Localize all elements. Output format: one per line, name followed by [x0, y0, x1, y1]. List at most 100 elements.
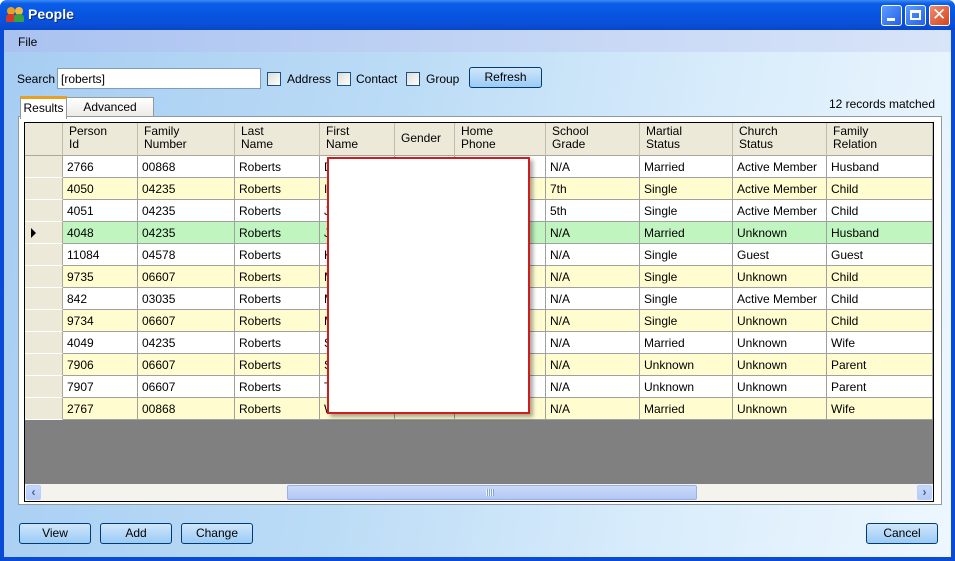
cell-church-status[interactable]: Unknown — [733, 332, 827, 354]
cell-school-grade[interactable]: 5th — [546, 200, 640, 222]
cell-person-id[interactable]: 4051 — [63, 200, 138, 222]
cell-family-relation[interactable]: Husband — [827, 156, 933, 178]
cell-last-name[interactable]: Roberts — [235, 288, 320, 310]
cell-family-number[interactable]: 00868 — [138, 156, 235, 178]
row-header[interactable] — [25, 178, 63, 200]
horizontal-scrollbar[interactable]: ‹ › — [25, 484, 933, 501]
cell-marital-status[interactable]: Single — [640, 266, 733, 288]
cell-marital-status[interactable]: Single — [640, 310, 733, 332]
contact-checkbox-label[interactable]: Contact — [356, 72, 397, 86]
column-header-family-relation[interactable]: Family Relation — [827, 123, 933, 156]
cell-church-status[interactable]: Unknown — [733, 222, 827, 244]
cell-school-grade[interactable]: N/A — [546, 376, 640, 398]
cell-family-relation[interactable]: Guest — [827, 244, 933, 266]
cell-family-number[interactable]: 04235 — [138, 200, 235, 222]
cell-family-number[interactable]: 04235 — [138, 222, 235, 244]
cell-person-id[interactable]: 4050 — [63, 178, 138, 200]
cell-last-name[interactable]: Roberts — [235, 266, 320, 288]
cell-marital-status[interactable]: Single — [640, 178, 733, 200]
column-header-church-status[interactable]: Church Status — [733, 123, 827, 156]
cell-church-status[interactable]: Unknown — [733, 376, 827, 398]
tab-advanced-filters[interactable]: Advanced Filters — [66, 97, 154, 132]
cell-family-relation[interactable]: Child — [827, 200, 933, 222]
cell-last-name[interactable]: Roberts — [235, 222, 320, 244]
cell-family-relation[interactable]: Parent — [827, 354, 933, 376]
scroll-thumb[interactable] — [287, 485, 697, 500]
row-header[interactable] — [25, 332, 63, 354]
row-header[interactable] — [25, 354, 63, 376]
cell-person-id[interactable]: 2767 — [63, 398, 138, 420]
close-button[interactable]: ✕ — [929, 5, 950, 26]
cell-family-relation[interactable]: Child — [827, 288, 933, 310]
cell-church-status[interactable]: Unknown — [733, 354, 827, 376]
tab-results[interactable]: Results — [20, 96, 67, 119]
cell-church-status[interactable]: Active Member — [733, 288, 827, 310]
row-header-current[interactable] — [25, 222, 63, 244]
cell-family-number[interactable]: 04235 — [138, 332, 235, 354]
column-header-school-grade[interactable]: School Grade — [546, 123, 640, 156]
cell-school-grade[interactable]: N/A — [546, 156, 640, 178]
cell-person-id[interactable]: 7907 — [63, 376, 138, 398]
cell-church-status[interactable]: Active Member — [733, 178, 827, 200]
row-header[interactable] — [25, 156, 63, 178]
address-checkbox[interactable] — [267, 72, 281, 86]
cell-last-name[interactable]: Roberts — [235, 200, 320, 222]
cell-family-number[interactable]: 00868 — [138, 398, 235, 420]
column-header-family-number[interactable]: Family Number — [138, 123, 235, 156]
cell-last-name[interactable]: Roberts — [235, 244, 320, 266]
cell-school-grade[interactable]: N/A — [546, 398, 640, 420]
cell-family-relation[interactable]: Child — [827, 266, 933, 288]
cell-church-status[interactable]: Active Member — [733, 200, 827, 222]
column-header-person-id[interactable]: Person Id — [63, 123, 138, 156]
refresh-button[interactable]: Refresh — [469, 67, 542, 88]
cell-family-relation[interactable]: Husband — [827, 222, 933, 244]
cell-person-id[interactable]: 11084 — [63, 244, 138, 266]
title-bar[interactable]: People ✕ — [0, 0, 955, 30]
cell-family-number[interactable]: 06607 — [138, 376, 235, 398]
cell-church-status[interactable]: Active Member — [733, 156, 827, 178]
maximize-button[interactable] — [905, 5, 926, 26]
search-input[interactable] — [57, 68, 261, 89]
column-header-gender[interactable]: Gender — [395, 123, 455, 156]
cell-church-status[interactable]: Guest — [733, 244, 827, 266]
contact-checkbox[interactable] — [337, 72, 351, 86]
address-checkbox-label[interactable]: Address — [287, 72, 331, 86]
add-button[interactable]: Add — [100, 523, 172, 544]
cell-family-number[interactable]: 06607 — [138, 266, 235, 288]
cell-marital-status[interactable]: Married — [640, 332, 733, 354]
cell-church-status[interactable]: Unknown — [733, 310, 827, 332]
cell-family-number[interactable]: 06607 — [138, 310, 235, 332]
cell-school-grade[interactable]: N/A — [546, 310, 640, 332]
cell-school-grade[interactable]: N/A — [546, 244, 640, 266]
cell-person-id[interactable]: 842 — [63, 288, 138, 310]
row-header[interactable] — [25, 398, 63, 420]
change-button[interactable]: Change — [181, 523, 253, 544]
cell-school-grade[interactable]: 7th — [546, 178, 640, 200]
cell-last-name[interactable]: Roberts — [235, 310, 320, 332]
row-header[interactable] — [25, 310, 63, 332]
cell-person-id[interactable]: 4049 — [63, 332, 138, 354]
cell-church-status[interactable]: Unknown — [733, 266, 827, 288]
cell-person-id[interactable]: 2766 — [63, 156, 138, 178]
cell-last-name[interactable]: Roberts — [235, 354, 320, 376]
menu-file[interactable]: File — [18, 35, 37, 49]
cell-family-number[interactable]: 03035 — [138, 288, 235, 310]
column-header-last-name[interactable]: Last Name — [235, 123, 320, 156]
column-header-marital-status[interactable]: Martial Status — [640, 123, 733, 156]
column-header-home-phone[interactable]: Home Phone — [455, 123, 546, 156]
cell-school-grade[interactable]: N/A — [546, 354, 640, 376]
group-checkbox[interactable] — [406, 72, 420, 86]
cell-marital-status[interactable]: Married — [640, 222, 733, 244]
scroll-left-button[interactable]: ‹ — [26, 485, 41, 500]
cell-family-relation[interactable]: Child — [827, 178, 933, 200]
cell-last-name[interactable]: Roberts — [235, 178, 320, 200]
cell-school-grade[interactable]: N/A — [546, 266, 640, 288]
cell-school-grade[interactable]: N/A — [546, 288, 640, 310]
cell-marital-status[interactable]: Married — [640, 156, 733, 178]
row-header[interactable] — [25, 200, 63, 222]
minimize-button[interactable] — [881, 5, 902, 26]
group-checkbox-label[interactable]: Group — [426, 72, 459, 86]
cell-person-id[interactable]: 4048 — [63, 222, 138, 244]
cell-marital-status[interactable]: Unknown — [640, 376, 733, 398]
cell-family-number[interactable]: 04235 — [138, 178, 235, 200]
